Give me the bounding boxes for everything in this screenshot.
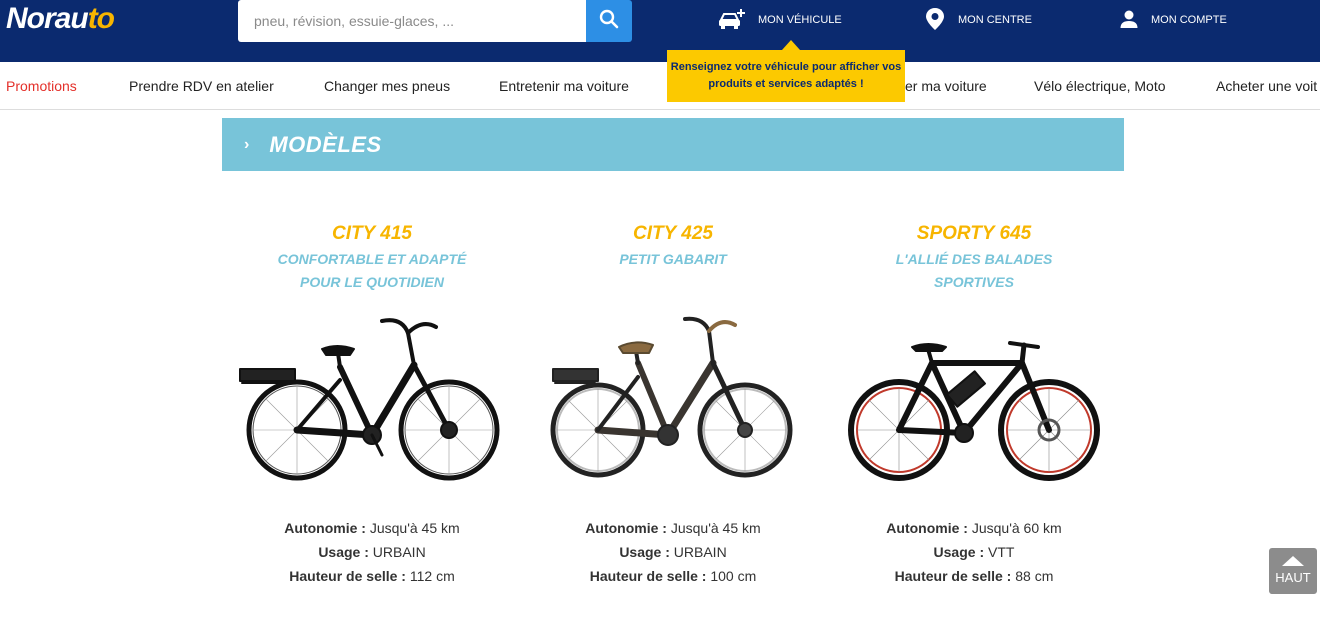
spec-selle: Hauteur de selle : 112 cm [222,564,522,588]
logo-accent-text: to [87,2,115,35]
model-specs: Autonomie : Jusqu'à 45 km Usage : URBAIN… [222,516,522,588]
back-to-top-label: HAUT [1275,570,1311,585]
triangle-up-icon [1282,556,1304,566]
nav-item-entretien[interactable]: Entretenir ma voiture [499,78,629,94]
spec-selle-label: Hauteur de selle : [289,568,406,584]
user-icon [1119,9,1151,32]
nav-item-rdv-atelier[interactable]: Prendre RDV en atelier [129,78,274,94]
spec-usage: Usage : VTT [824,540,1124,564]
model-specs: Autonomie : Jusqu'à 60 km Usage : VTT Ha… [824,516,1124,588]
norauto-logo[interactable]: Norauto [6,2,115,36]
spec-selle-value: 112 cm [409,568,455,584]
my-vehicle-label: MON VÉHICULE [758,14,842,26]
bike-image-city-415[interactable] [222,305,522,495]
models-section-header[interactable]: › MODÈLES [222,118,1124,171]
nav-item-pneus[interactable]: Changer mes pneus [324,78,450,94]
search-input[interactable] [238,0,586,42]
spec-selle-value: 100 cm [710,568,757,584]
my-account-link[interactable]: MON COMPTE [1119,6,1227,34]
model-tagline: CONFORTABLE ET ADAPTÉ POUR LE QUOTIDIEN [277,251,467,290]
spec-selle-label: Hauteur de selle : [894,568,1012,584]
spec-autonomie-label: Autonomie : [284,520,366,536]
back-to-top-button[interactable]: HAUT [1269,548,1317,594]
bike-image-sporty-645[interactable] [824,305,1124,495]
model-card-city-425: CITY 425 PETIT GABARIT Autonomie: Jusqu… [523,220,823,584]
car-plus-icon [718,8,758,33]
model-name: SPORTY 645 [916,223,1032,244]
spec-usage-label: Usage : [933,544,985,560]
my-centre-label: MON CENTRE [958,14,1032,26]
map-pin-icon [924,7,958,34]
spec-usage-label: Usage : [318,544,369,560]
nav-item-acheter-voiture[interactable]: Acheter une voit [1216,78,1317,94]
chevron-right-icon: › [244,135,250,153]
logo-main-text: Norau [6,2,89,35]
main-nav: Promotions Prendre RDV en atelier Change… [0,62,1320,110]
my-vehicle-link[interactable]: MON VÉHICULE [718,6,842,34]
spec-autonomie-value: Jusqu'à 60 km [971,520,1062,536]
spec-usage-value: URBAIN [673,544,727,560]
model-name: CITY 415 [332,223,412,244]
search-icon [599,9,619,34]
spec-selle: Hauteur de selle : 100 cm [523,564,823,588]
model-tagline: L'ALLIÉ DES BALADES SPORTIVES [895,251,1053,290]
spec-usage-value: URBAIN [372,544,426,560]
spec-autonomie: Autonomie : Jusqu'à 45 km [222,516,522,540]
spec-autonomie: Autonomie : Jusqu'à 45 km [523,516,823,540]
spec-usage-label: Usage : [619,544,670,560]
spec-autonomie-label: Autonomie : [886,520,968,536]
spec-usage: Usage : URBAIN [523,540,823,564]
nav-item-equiper[interactable]: er ma voiture [905,78,987,94]
spec-selle-value: 88 cm [1015,568,1054,584]
top-header: Norauto MON VÉHICULE MON CENTRE MON COMP… [0,0,1320,62]
nav-item-promotions[interactable]: Promotions [6,78,77,94]
model-tagline: PETIT GABARIT [619,251,727,267]
spec-usage: Usage : URBAIN [222,540,522,564]
spec-usage-value: VTT [988,544,1015,560]
model-card-sporty-645: SPORTY 645 L'ALLIÉ DES BALADES SPORTIVES [824,220,1124,584]
spec-autonomie-value: Jusqu'à 45 km [369,520,460,536]
spec-autonomie: Autonomie : Jusqu'à 60 km [824,516,1124,540]
model-name: CITY 425 [633,223,713,244]
spec-autonomie-value: Jusqu'à 45 km [670,520,761,536]
model-specs: Autonomie : Jusqu'à 45 km Usage : URBAIN… [523,516,823,588]
model-card-city-415: CITY 415 CONFORTABLE ET ADAPTÉ POUR LE Q… [222,220,522,584]
spec-autonomie-label: Autonomie : [585,520,667,536]
bike-image-city-425[interactable] [523,305,823,495]
search-button[interactable] [586,0,632,42]
my-account-label: MON COMPTE [1151,14,1227,26]
tooltip-arrow [782,40,800,50]
section-title: MODÈLES [269,131,382,157]
spec-selle: Hauteur de selle : 88 cm [824,564,1124,588]
spec-selle-label: Hauteur de selle : [589,568,707,584]
nav-item-velo-moto[interactable]: Vélo électrique, Moto [1034,78,1166,94]
my-centre-link[interactable]: MON CENTRE [924,6,1032,34]
